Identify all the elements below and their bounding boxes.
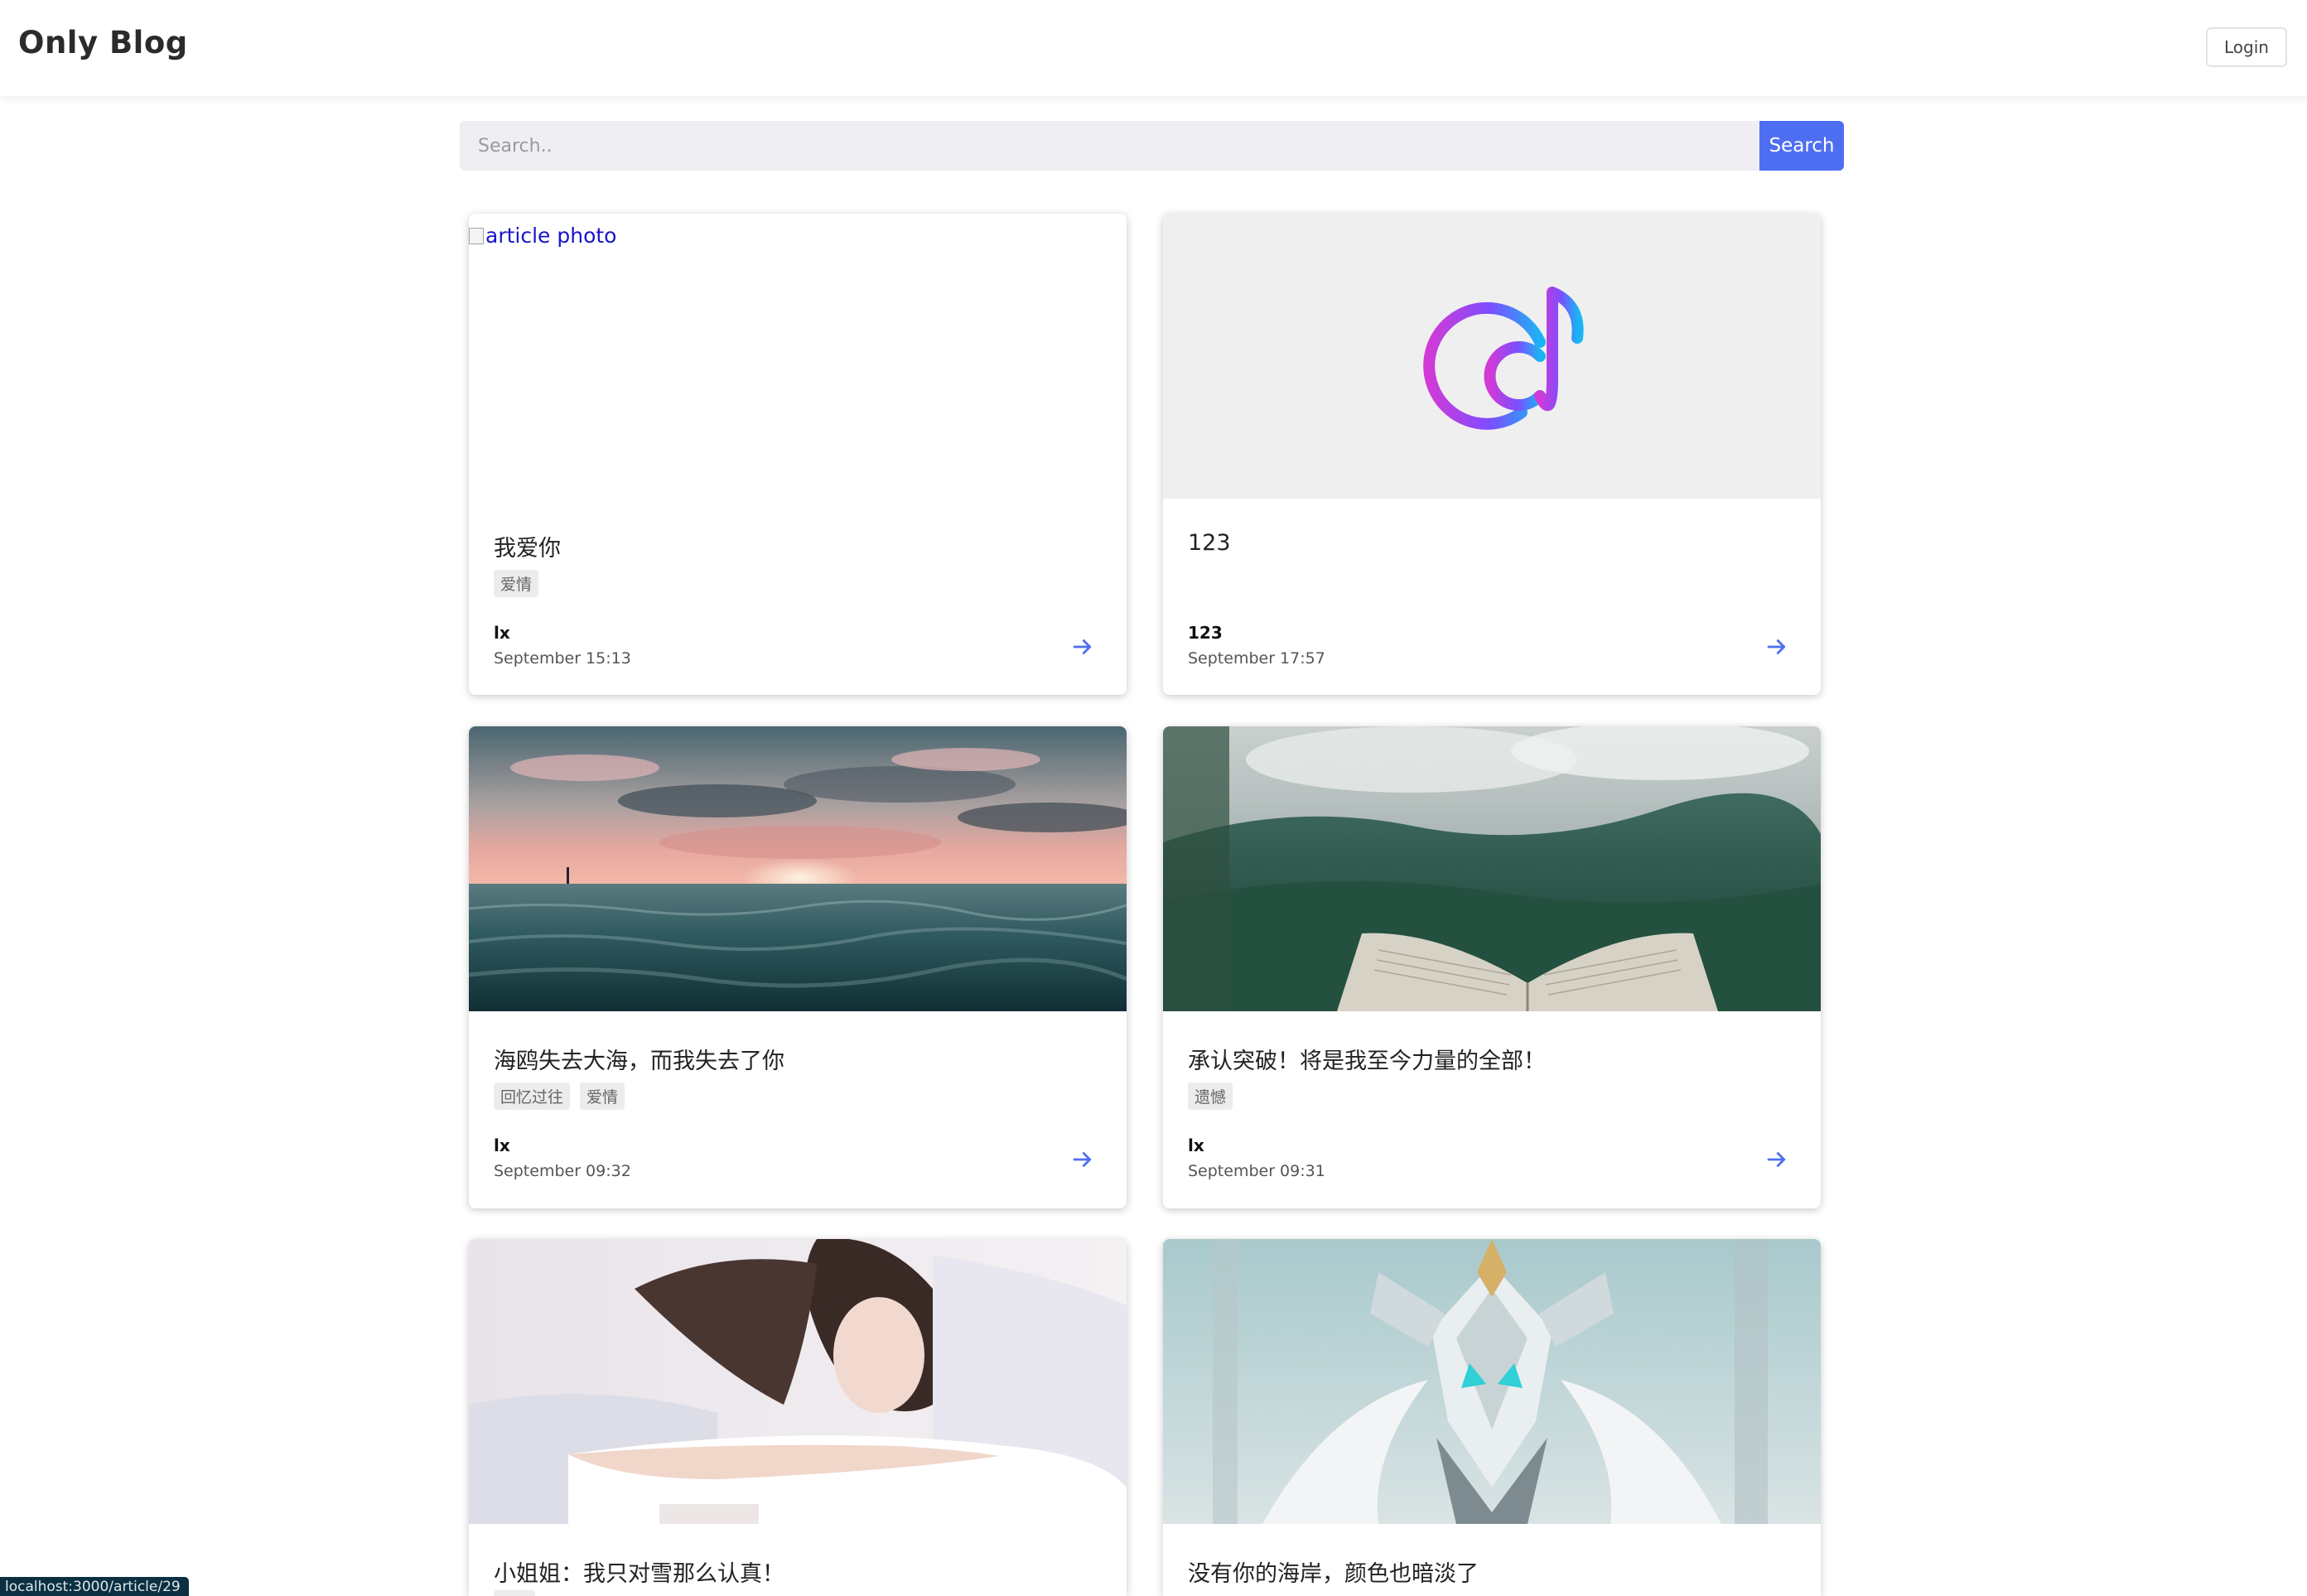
tag[interactable]: 回忆过往 — [494, 1082, 571, 1110]
post-date: September 09:31 — [1188, 1162, 1325, 1180]
article-title[interactable]: 小姐姐：我只对雪那么认真！ — [494, 1555, 784, 1588]
ocean-sunset-image — [469, 726, 1127, 1011]
article-card[interactable]: 没有你的海岸，颜色也暗淡了 — [1163, 1239, 1821, 1596]
author-name: lx — [494, 623, 510, 643]
scrollbar[interactable] — [2295, 96, 2307, 1596]
post-date: September 17:57 — [1188, 649, 1325, 668]
author-name: lx — [494, 1136, 510, 1155]
broken-image-icon — [469, 227, 484, 244]
image-alt-text: article photo — [485, 224, 617, 248]
article-image[interactable] — [1163, 726, 1821, 1011]
link-status-bar: localhost:3000/article/29 — [0, 1577, 189, 1596]
article-image[interactable] — [469, 1239, 1127, 1524]
article-title[interactable]: 我爱你 — [494, 530, 561, 562]
author-name: 123 — [1188, 623, 1223, 643]
top-navbar: Only Blog Login — [0, 0, 2307, 96]
tag-list: 回忆过往 爱情 — [494, 1082, 625, 1110]
tag-list: 遗憾 — [1188, 1082, 1233, 1110]
tag-list: 爱情 — [494, 570, 539, 597]
article-title[interactable]: 海鸥失去大海，而我失去了你 — [494, 1043, 784, 1075]
post-date: September 15:13 — [494, 649, 631, 668]
search-input[interactable] — [460, 121, 1761, 171]
music-note-logo-icon — [1423, 287, 1584, 430]
tag[interactable]: 爱情 — [494, 570, 539, 597]
brand-logo[interactable]: Only Blog — [18, 25, 188, 60]
article-image[interactable] — [1163, 1239, 1821, 1524]
article-card[interactable]: 小姐姐：我只对雪那么认真！ — [469, 1239, 1127, 1596]
arrow-right-icon[interactable] — [1070, 1147, 1095, 1172]
arrow-right-icon[interactable] — [1764, 634, 1789, 659]
tag-list — [494, 1590, 535, 1596]
article-card[interactable]: article photo 我爱你 爱情 lx September 15:13 — [469, 214, 1127, 695]
article-image[interactable] — [1163, 214, 1821, 499]
article-title[interactable]: 没有你的海岸，颜色也暗淡了 — [1188, 1555, 1479, 1588]
arrow-right-icon[interactable] — [1764, 1147, 1789, 1172]
forest-book-image — [1163, 726, 1821, 1011]
search-button[interactable]: Search — [1759, 121, 1844, 171]
tag[interactable] — [494, 1590, 535, 1596]
article-title[interactable]: 123 — [1188, 530, 1231, 556]
article-card[interactable]: 123 123 September 17:57 — [1163, 214, 1821, 695]
article-card[interactable]: 承认突破！将是我至今力量的全部！ 遗憾 lx September 09:31 — [1163, 726, 1821, 1208]
girl-in-bed-image — [469, 1239, 1127, 1524]
article-title[interactable]: 承认突破！将是我至今力量的全部！ — [1188, 1043, 1546, 1075]
login-button[interactable]: Login — [2206, 27, 2287, 67]
arrow-right-icon[interactable] — [1070, 634, 1095, 659]
tag[interactable]: 遗憾 — [1188, 1082, 1233, 1110]
white-mecha-image — [1163, 1239, 1821, 1524]
tag[interactable]: 爱情 — [580, 1082, 625, 1110]
post-date: September 09:32 — [494, 1162, 631, 1180]
article-card[interactable]: 海鸥失去大海，而我失去了你 回忆过往 爱情 lx September 09:32 — [469, 726, 1127, 1208]
article-image[interactable]: article photo — [469, 214, 1127, 499]
article-image[interactable] — [469, 726, 1127, 1011]
author-name: lx — [1188, 1136, 1204, 1155]
search-bar: Search — [460, 121, 1844, 171]
